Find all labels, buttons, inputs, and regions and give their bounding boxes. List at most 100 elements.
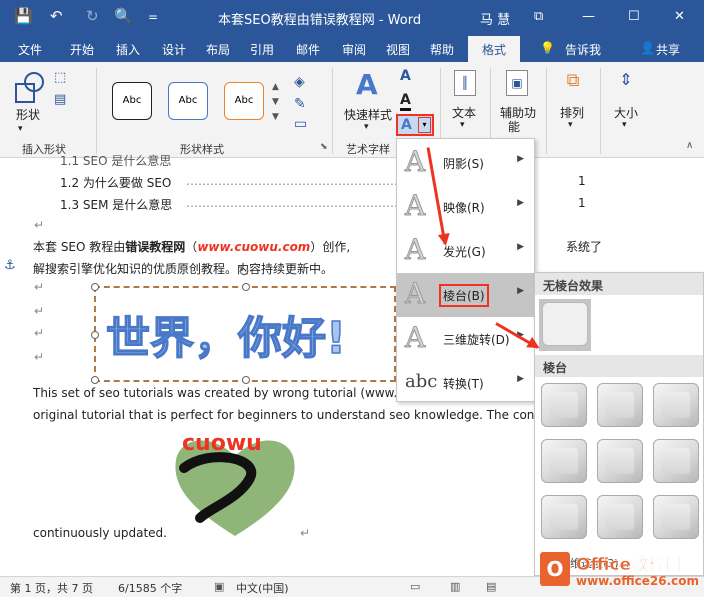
- reflection-icon: A: [404, 189, 426, 223]
- bevel-relaxed-inset-option[interactable]: [597, 383, 643, 427]
- share-button[interactable]: 共享: [656, 41, 680, 58]
- toc-line: 1.2 为什么要做 SEO: [60, 176, 172, 190]
- menu-item-bevel[interactable]: A 棱台(B) ▶: [397, 273, 534, 317]
- styles-scroll-down-icon[interactable]: ▼: [272, 97, 279, 107]
- menu-item-glow[interactable]: A 发光(G) ▶: [397, 229, 534, 273]
- size-icon[interactable]: ⇕: [614, 70, 638, 96]
- wordart-text[interactable]: 世界，你好!: [105, 302, 347, 366]
- arrange-icon[interactable]: ⧉: [560, 70, 586, 96]
- text-outline-icon[interactable]: A: [400, 92, 411, 111]
- dialog-launcher-icon[interactable]: ⬊: [320, 142, 328, 152]
- save-icon[interactable]: 💾: [14, 7, 33, 25]
- bevel-soft-round-option[interactable]: [653, 439, 699, 483]
- text-effects-button[interactable]: A ▾: [396, 114, 434, 136]
- undo-icon[interactable]: ↶: [50, 7, 63, 25]
- text-box-icon[interactable]: ▤: [54, 92, 66, 107]
- group-divider: [332, 68, 333, 154]
- shapes-icon[interactable]: [12, 70, 48, 106]
- user-name[interactable]: 马 慧: [480, 9, 510, 28]
- redo-icon[interactable]: ↻: [86, 7, 99, 25]
- menu-item-transform[interactable]: abc 转换(T) ▶: [397, 361, 534, 405]
- watermark-url: www.office26.com: [576, 574, 700, 588]
- paragraph-mark: ↵: [34, 218, 45, 232]
- tab-insert[interactable]: 插入: [116, 41, 140, 58]
- print-preview-icon[interactable]: 🔍: [114, 7, 133, 25]
- bevel-angle-option[interactable]: [597, 439, 643, 483]
- shape-fill-icon[interactable]: ◈: [294, 74, 305, 90]
- share-icon: 👤: [640, 41, 655, 55]
- tab-format[interactable]: 格式: [468, 36, 521, 62]
- tab-layout[interactable]: 布局: [206, 41, 230, 58]
- bevel-cross-option[interactable]: [653, 383, 699, 427]
- minimize-icon[interactable]: —: [582, 9, 595, 24]
- resize-handle[interactable]: [242, 283, 250, 291]
- menu-item-3d-rotation[interactable]: A 三维旋转(D) ▶: [397, 317, 534, 361]
- language[interactable]: 中文(中国): [236, 580, 289, 596]
- resize-handle[interactable]: [91, 376, 99, 384]
- tab-review[interactable]: 审阅: [342, 41, 366, 58]
- paragraph-text: 本套 SEO 教程由错误教程网（www.cuowu.com）创作,: [33, 240, 351, 254]
- tab-home[interactable]: 开始: [70, 41, 94, 58]
- maximize-icon[interactable]: ☐: [628, 9, 640, 24]
- tab-help[interactable]: 帮助: [430, 41, 454, 58]
- word-count[interactable]: 6/1585 个字: [118, 580, 182, 596]
- toc-line: 1.3 SEM 是什么意思: [60, 198, 173, 212]
- customize-quick-access-icon[interactable]: =: [148, 10, 158, 24]
- tab-design[interactable]: 设计: [162, 41, 186, 58]
- submenu-arrow-icon: ▶: [517, 242, 524, 252]
- arrange-label[interactable]: 排列: [560, 104, 584, 121]
- text-icon[interactable]: ║: [454, 70, 476, 96]
- 3d-rotation-icon: A: [404, 321, 426, 355]
- shape-outline-icon[interactable]: ✎: [294, 96, 306, 112]
- collapse-ribbon-icon[interactable]: ∧: [686, 140, 693, 151]
- resize-handle[interactable]: [91, 283, 99, 291]
- focus-icon[interactable]: ▭: [410, 580, 420, 593]
- tab-view[interactable]: 视图: [386, 41, 410, 58]
- proofing-icon[interactable]: ▣: [214, 580, 224, 593]
- accessibility-label-2: 能: [508, 120, 521, 134]
- english-text-3: continuously updated.: [33, 526, 167, 540]
- page-count[interactable]: 第 1 页，共 7 页: [10, 580, 93, 596]
- text-label[interactable]: 文本: [452, 104, 476, 121]
- size-label[interactable]: 大小: [614, 104, 638, 121]
- wordart-text-box[interactable]: 世界，你好! ↻: [91, 264, 396, 384]
- group-divider: [546, 68, 547, 154]
- bevel-divot-option[interactable]: [653, 495, 699, 539]
- shape-style-blue[interactable]: Abc: [168, 82, 208, 120]
- print-layout-icon[interactable]: ▤: [486, 580, 496, 593]
- bevel-convex-option[interactable]: [541, 495, 587, 539]
- text-fill-icon[interactable]: A: [400, 68, 411, 84]
- group-divider: [600, 68, 601, 154]
- ribbon-format: 形状 ▾ ⬚ ▤ 插入形状 Abc Abc Abc ▲ ▼ ▼ ◈ ✎ ▭ 形状…: [0, 62, 704, 158]
- ribbon-display-options-icon[interactable]: ⧉: [534, 9, 543, 24]
- alt-text-icon[interactable]: ▣: [506, 70, 528, 96]
- read-mode-icon[interactable]: ▥: [450, 580, 460, 593]
- cuowu-heart-logo[interactable]: cuowu: [170, 428, 300, 540]
- ribbon-tabs: 文件 开始 插入 设计 布局 引用 邮件 审阅 视图 帮助 格式 💡 告诉我 👤…: [0, 34, 704, 62]
- shape-style-orange[interactable]: Abc: [224, 82, 264, 120]
- no-bevel-option[interactable]: [539, 299, 591, 351]
- shape-style-dark[interactable]: Abc: [112, 82, 152, 120]
- bevel-cool-slant-option[interactable]: [541, 439, 587, 483]
- styles-scroll-up-icon[interactable]: ▲: [272, 82, 279, 92]
- tab-mailings[interactable]: 邮件: [296, 41, 320, 58]
- resize-handle[interactable]: [91, 331, 99, 339]
- shadow-icon: A: [404, 145, 426, 179]
- bevel-circle-option[interactable]: [541, 383, 587, 427]
- close-icon[interactable]: ✕: [674, 9, 685, 24]
- rotate-handle-icon[interactable]: ↻: [238, 264, 250, 280]
- anchor-icon: ⚓: [4, 258, 16, 273]
- edit-shape-icon[interactable]: ⬚: [54, 70, 66, 85]
- quick-styles-label[interactable]: 快速样式: [344, 106, 392, 123]
- resize-handle[interactable]: [242, 376, 250, 384]
- styles-more-icon[interactable]: ▼: [272, 112, 279, 122]
- menu-item-shadow[interactable]: A 阴影(S) ▶: [397, 141, 534, 185]
- tell-me-search[interactable]: 告诉我: [565, 41, 601, 58]
- bevel-slope-option[interactable]: [597, 495, 643, 539]
- text-effects-dropdown-icon[interactable]: ▾: [418, 117, 431, 133]
- tab-file[interactable]: 文件: [18, 41, 42, 58]
- quick-styles-icon[interactable]: A: [356, 68, 378, 101]
- menu-item-reflection[interactable]: A 映像(R) ▶: [397, 185, 534, 229]
- shape-effects-icon[interactable]: ▭: [294, 116, 307, 132]
- tab-references[interactable]: 引用: [250, 41, 274, 58]
